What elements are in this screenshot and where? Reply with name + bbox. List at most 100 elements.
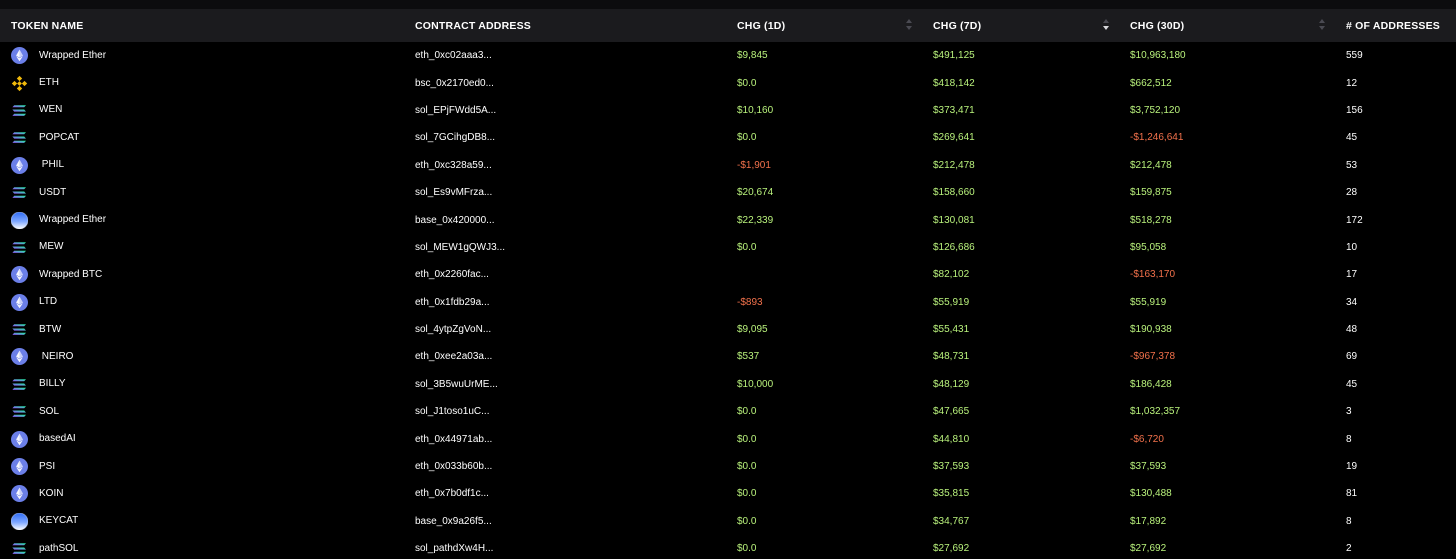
token-name-cell[interactable]: PSI xyxy=(0,453,404,480)
table-row[interactable]: BILLY sol_3B5wuUrME... $10,000 $48,129 $186,… xyxy=(0,371,1456,398)
column-header-num-addresses[interactable]: # OF ADDRESSES xyxy=(1335,9,1456,42)
contract-address[interactable]: eth_0x2260fac... xyxy=(404,261,726,288)
table-row[interactable]: USDT sol_Es9vMFrza... $20,674 $158,660 $159,… xyxy=(0,179,1456,206)
contract-address[interactable]: bsc_0x2170ed0... xyxy=(404,69,726,96)
table-row[interactable]: NEIRO eth_0xee2a03a... $537 $48,731 -$967,37… xyxy=(0,343,1456,370)
table-row[interactable]: Wrapped Ether eth_0xc02aaa3... $9,845 $491,… xyxy=(0,42,1456,69)
table-row[interactable]: PSI eth_0x033b60b... $0.0 $37,593 $37,593 19 xyxy=(0,453,1456,480)
contract-address[interactable]: eth_0x44971ab... xyxy=(404,425,726,452)
chg-30d-value: -$1,246,641 xyxy=(1130,132,1184,144)
token-name-cell[interactable]: WEN xyxy=(0,97,404,124)
contract-address[interactable]: sol_EPjFWdd5A... xyxy=(404,97,726,124)
token-name-cell[interactable]: BILLY xyxy=(0,371,404,398)
contract-address[interactable]: eth_0x1fdb29a... xyxy=(404,289,726,316)
token-name-wrap: PHIL xyxy=(11,152,404,179)
token-name: USDT xyxy=(39,186,67,198)
contract-address[interactable]: eth_0x7b0df1c... xyxy=(404,480,726,507)
token-name-cell[interactable]: pathSOL xyxy=(0,535,404,559)
contract-address[interactable]: sol_3B5wuUrME... xyxy=(404,371,726,398)
chg-1d-value: -$893 xyxy=(737,296,763,308)
token-name: PSI xyxy=(39,460,56,472)
token-name-cell[interactable]: MEW xyxy=(0,234,404,261)
chg-1d-value: $0.0 xyxy=(737,461,757,473)
token-name-cell[interactable]: PHIL xyxy=(0,152,404,179)
chg-30d-value: -$6,720 xyxy=(1130,433,1164,445)
token-name-cell[interactable]: ETH xyxy=(0,69,404,96)
sort-icon[interactable] xyxy=(1319,18,1327,32)
token-name-cell[interactable]: BTW xyxy=(0,316,404,343)
table-row[interactable]: WEN sol_EPjFWdd5A... $10,160 $373,471 $3,752… xyxy=(0,97,1456,124)
contract-address[interactable]: sol_pathdXw4H... xyxy=(404,535,726,559)
token-name-wrap: SOL xyxy=(11,398,404,425)
token-name-cell[interactable]: Wrapped Ether xyxy=(0,42,404,69)
token-name-cell[interactable]: basedAI xyxy=(0,425,404,452)
column-header-token-name[interactable]: TOKEN NAME xyxy=(0,9,404,42)
contract-address[interactable]: eth_0xc328a59... xyxy=(404,152,726,179)
token-name-cell[interactable]: NEIRO xyxy=(0,343,404,370)
table-row[interactable]: POPCAT sol_7GCihgDB8... $0.0 $269,641 -$1,24… xyxy=(0,124,1456,151)
sort-icon[interactable] xyxy=(906,18,914,32)
contract-address[interactable]: sol_7GCihgDB8... xyxy=(404,124,726,151)
contract-address[interactable]: base_0x9a26f5... xyxy=(404,508,726,535)
chg-7d-value: $82,102 xyxy=(933,269,970,281)
token-name: BTW xyxy=(39,323,62,335)
num-addresses-value: 8 xyxy=(1346,433,1352,445)
column-header-chg-30d[interactable]: CHG (30D) xyxy=(1119,9,1335,42)
contract-address[interactable]: eth_0xc02aaa3... xyxy=(404,42,726,69)
contract-address[interactable]: sol_Es9vMFrza... xyxy=(404,179,726,206)
token-name-wrap: MEW xyxy=(11,234,404,261)
chg-30d-value: $1,032,357 xyxy=(1130,406,1181,418)
chg-30d-value: -$163,170 xyxy=(1130,269,1176,281)
token-name-cell[interactable]: Wrapped BTC xyxy=(0,261,404,288)
chg-1d-value: $0.0 xyxy=(737,132,757,144)
ethereum-icon xyxy=(11,458,28,476)
chg-1d-value: -$1,901 xyxy=(737,159,771,171)
chg-30d-value: $95,058 xyxy=(1130,241,1167,253)
sort-down-icon-active xyxy=(1103,26,1109,30)
contract-address[interactable]: base_0x420000... xyxy=(404,206,726,233)
top-bar xyxy=(0,0,1456,9)
sort-icon[interactable] xyxy=(1103,18,1111,32)
token-name-cell[interactable]: Wrapped Ether xyxy=(0,206,404,233)
token-name-cell[interactable]: KOIN xyxy=(0,480,404,507)
chg-7d-value: $212,478 xyxy=(933,159,975,171)
token-name-cell[interactable]: KEYCAT xyxy=(0,508,404,535)
ethereum-icon xyxy=(11,430,28,448)
table-row[interactable]: MEW sol_MEW1gQWJ3... $0.0 $126,686 $95,058 10 xyxy=(0,234,1456,261)
token-name-cell[interactable]: SOL xyxy=(0,398,404,425)
chg-7d-value: $418,142 xyxy=(933,77,975,89)
contract-address[interactable]: sol_J1toso1uC... xyxy=(404,398,726,425)
token-name-cell[interactable]: USDT xyxy=(0,179,404,206)
table-row[interactable]: LTD eth_0x1fdb29a... -$893 $55,919 $55,919 34 xyxy=(0,289,1456,316)
token-name: SOL xyxy=(39,405,60,417)
chg-1d-value: $537 xyxy=(737,351,760,363)
num-addresses-value: 69 xyxy=(1346,351,1358,363)
contract-address[interactable]: eth_0x033b60b... xyxy=(404,453,726,480)
column-header-chg-7d[interactable]: CHG (7D) xyxy=(922,9,1119,42)
table-row[interactable]: basedAI eth_0x44971ab... $0.0 $44,810 -$6,72… xyxy=(0,425,1456,452)
token-name-wrap: Wrapped Ether xyxy=(11,207,404,234)
table-row[interactable]: ETH bsc_0x2170ed0... $0.0 $418,142 $662,512 1… xyxy=(0,69,1456,96)
table-row[interactable]: PHIL eth_0xc328a59... -$1,901 $212,478 $212,… xyxy=(0,152,1456,179)
column-header-contract-address[interactable]: CONTRACT ADDRESS xyxy=(404,9,726,42)
table-row[interactable]: Wrapped Ether base_0x420000... $22,339 $130… xyxy=(0,206,1456,233)
token-name-wrap: WEN xyxy=(11,97,404,124)
table-row[interactable]: BTW sol_4ytpZgVoN... $9,095 $55,431 $190,938… xyxy=(0,316,1456,343)
contract-address[interactable]: eth_0xee2a03a... xyxy=(404,343,726,370)
table-row[interactable]: SOL sol_J1toso1uC... $0.0 $47,665 $1,032,357… xyxy=(0,398,1456,425)
token-name-wrap: basedAI xyxy=(11,426,404,453)
contract-address[interactable]: sol_4ytpZgVoN... xyxy=(404,316,726,343)
chg-30d-value: $212,478 xyxy=(1130,159,1172,171)
token-name-cell[interactable]: POPCAT xyxy=(0,124,404,151)
contract-address[interactable]: sol_MEW1gQWJ3... xyxy=(404,234,726,261)
chg-1d-value: $10,160 xyxy=(737,104,774,116)
table-row[interactable]: KOIN eth_0x7b0df1c... $0.0 $35,815 $130,488 8… xyxy=(0,480,1456,507)
token-name-cell[interactable]: LTD xyxy=(0,289,404,316)
table-row[interactable]: KEYCAT base_0x9a26f5... $0.0 $34,767 $17,892… xyxy=(0,508,1456,535)
chg-7d-value: $34,767 xyxy=(933,515,970,527)
chg-1d-value: $0.0 xyxy=(737,543,757,555)
chg-1d-value: $0.0 xyxy=(737,406,757,418)
table-row[interactable]: pathSOL sol_pathdXw4H... $0.0 $27,692 $27,69… xyxy=(0,535,1456,559)
table-row[interactable]: Wrapped BTC eth_0x2260fac... $82,102 -$163,… xyxy=(0,261,1456,288)
column-header-chg-1d[interactable]: CHG (1D) xyxy=(726,9,922,42)
